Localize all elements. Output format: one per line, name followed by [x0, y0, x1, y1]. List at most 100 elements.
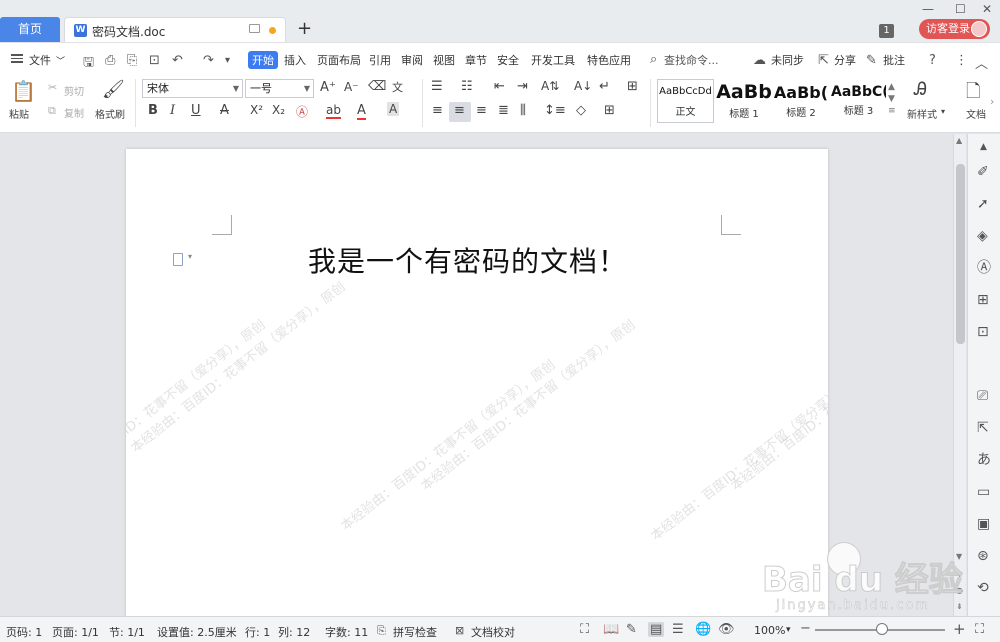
- tab-view[interactable]: 视图: [433, 52, 455, 68]
- zoom-dropdown-icon[interactable]: ▾: [786, 625, 791, 635]
- borders-icon[interactable]: ⊞: [604, 103, 615, 118]
- status-pages[interactable]: 页面: 1/1: [52, 624, 99, 640]
- fit-page-icon[interactable]: ⛶: [975, 622, 984, 637]
- save-icon[interactable]: 🖫: [83, 53, 94, 75]
- panel-collapse-icon[interactable]: ▲: [980, 139, 987, 155]
- help-icon[interactable]: ?: [929, 53, 936, 68]
- collapse-ribbon-icon[interactable]: ︿: [975, 53, 988, 72]
- share-export-icon[interactable]: ⇱: [977, 420, 989, 436]
- align-left-icon[interactable]: ≡: [432, 103, 443, 118]
- ribbon-scroll-right-icon[interactable]: ›: [990, 95, 994, 108]
- font-size-select[interactable]: 一号 ▼: [245, 79, 314, 98]
- text-effect-icon[interactable]: Ⓐ: [296, 103, 308, 120]
- picture-icon[interactable]: ▣: [977, 516, 990, 532]
- tab-developer[interactable]: 开发工具: [531, 52, 575, 68]
- image-icon[interactable]: ⎚: [977, 388, 988, 404]
- cut-button[interactable]: 剪切: [64, 83, 84, 98]
- archive-icon[interactable]: ▭: [977, 484, 990, 500]
- more-options-icon[interactable]: ⋮: [955, 53, 968, 68]
- command-search-input[interactable]: 查找命令...: [664, 52, 719, 68]
- status-section[interactable]: 节: 1/1: [109, 624, 145, 640]
- styles-scroll-icon[interactable]: ▲ ▼ ≡: [888, 81, 896, 117]
- reading-mode-icon[interactable]: 📖: [603, 622, 619, 637]
- clear-format-icon[interactable]: ⌫: [368, 79, 386, 94]
- new-style-dropdown-icon[interactable]: ▾: [941, 107, 945, 116]
- style-normal[interactable]: AaBbCcDd 正文: [657, 79, 714, 123]
- backup-icon[interactable]: ⊛: [977, 548, 989, 564]
- phonetic-guide-icon[interactable]: 文: [392, 79, 403, 95]
- window-count-badge[interactable]: 1: [879, 24, 894, 38]
- tab-chapter[interactable]: 章节: [465, 52, 487, 68]
- page-view-icon[interactable]: ▤: [648, 622, 665, 637]
- write-mode-icon[interactable]: ✎: [626, 622, 637, 637]
- zoom-in-icon[interactable]: +: [953, 620, 966, 638]
- paste-icon[interactable]: 📋: [11, 79, 36, 103]
- zoom-out-icon[interactable]: −: [800, 621, 811, 636]
- tab-insert[interactable]: 插入: [284, 52, 306, 68]
- history-icon[interactable]: ⟲: [977, 580, 989, 596]
- style-heading-1[interactable]: AaBb 标题 1: [716, 79, 772, 123]
- undo-icon[interactable]: ↶: [172, 53, 183, 68]
- style-icon[interactable]: Ⓐ: [977, 260, 991, 276]
- subscript-icon[interactable]: X₂: [272, 103, 285, 117]
- increase-indent-icon[interactable]: ⇥: [517, 79, 528, 94]
- document-body-text[interactable]: 我是一个有密码的文档！: [308, 240, 627, 280]
- zoom-level[interactable]: 100%: [754, 624, 785, 637]
- cut-icon[interactable]: ✂: [48, 81, 57, 94]
- font-color-icon[interactable]: A: [357, 103, 366, 120]
- tab-security[interactable]: 安全: [497, 52, 519, 68]
- table-layout-icon[interactable]: ⊞: [627, 79, 638, 94]
- tab-references[interactable]: 引用: [369, 52, 391, 68]
- align-center-icon[interactable]: ≡: [454, 103, 465, 118]
- underline-button[interactable]: U: [191, 103, 201, 118]
- home-tab[interactable]: 首页: [0, 17, 60, 42]
- print-preview-icon[interactable]: ⎙: [105, 53, 115, 68]
- line-spacing-icon[interactable]: ↕≡: [544, 103, 566, 118]
- status-row[interactable]: 行: 1: [245, 624, 270, 640]
- tab-special[interactable]: 特色应用: [587, 52, 631, 68]
- justify-icon[interactable]: ≣: [498, 103, 509, 118]
- tab-start[interactable]: 开始: [248, 51, 278, 69]
- paste-button[interactable]: 粘贴: [9, 106, 29, 121]
- maximize-icon[interactable]: ☐: [955, 2, 966, 16]
- table-icon[interactable]: ⊞: [977, 292, 989, 308]
- redo-icon[interactable]: ↷: [203, 53, 214, 68]
- fullscreen-icon[interactable]: ⛶: [580, 622, 589, 637]
- bold-button[interactable]: B: [148, 103, 158, 118]
- style-heading-2[interactable]: AaBb( 标题 2: [773, 79, 829, 123]
- eye-protection-icon[interactable]: 👁: [718, 622, 735, 637]
- file-menu[interactable]: 文件: [29, 52, 51, 68]
- numbered-list-icon[interactable]: ☷: [461, 79, 473, 94]
- bullet-list-icon[interactable]: ☰: [431, 79, 443, 94]
- show-marks-icon[interactable]: ↵: [599, 79, 610, 94]
- scrollbar-thumb[interactable]: [956, 164, 965, 344]
- format-painter-button[interactable]: 格式刷: [95, 106, 125, 121]
- tab-review[interactable]: 审阅: [401, 52, 423, 68]
- scroll-up-icon[interactable]: ▲: [956, 136, 962, 145]
- export-pdf-icon[interactable]: ⊡: [149, 53, 160, 68]
- minimize-icon[interactable]: —: [922, 2, 934, 16]
- monitor-icon[interactable]: [249, 24, 260, 33]
- tab-page-layout[interactable]: 页面布局: [317, 52, 361, 68]
- quick-access-dropdown-icon[interactable]: ▾: [225, 55, 230, 66]
- highlight-color-icon[interactable]: ab: [326, 103, 341, 119]
- document-tool-icon[interactable]: 🗋: [966, 79, 980, 109]
- share-button[interactable]: 分享: [834, 52, 856, 68]
- translate-icon[interactable]: あ: [977, 452, 991, 468]
- shading-icon[interactable]: ◇: [576, 103, 586, 118]
- close-icon[interactable]: ✕: [982, 2, 992, 16]
- sort-icon[interactable]: A↓: [574, 79, 592, 93]
- new-tab-plus-icon[interactable]: +: [297, 18, 312, 40]
- web-view-icon[interactable]: 🌐: [695, 622, 711, 637]
- pen-icon[interactable]: ✐: [977, 164, 989, 180]
- new-style-icon[interactable]: Ꭿ: [914, 79, 927, 100]
- hamburger-menu-icon[interactable]: [11, 54, 23, 63]
- document-tab[interactable]: W 密码文档.doc: [64, 17, 286, 42]
- style-heading-3[interactable]: AaBbC( 标题 3: [831, 79, 886, 123]
- italic-button[interactable]: I: [170, 103, 175, 118]
- status-column[interactable]: 列: 12: [278, 624, 310, 640]
- status-setting-value[interactable]: 设置值: 2.5厘米: [157, 624, 237, 640]
- distributed-icon[interactable]: ⫼: [520, 103, 526, 118]
- superscript-icon[interactable]: X²: [250, 103, 263, 117]
- spell-check-button[interactable]: 拼写检查: [393, 624, 437, 640]
